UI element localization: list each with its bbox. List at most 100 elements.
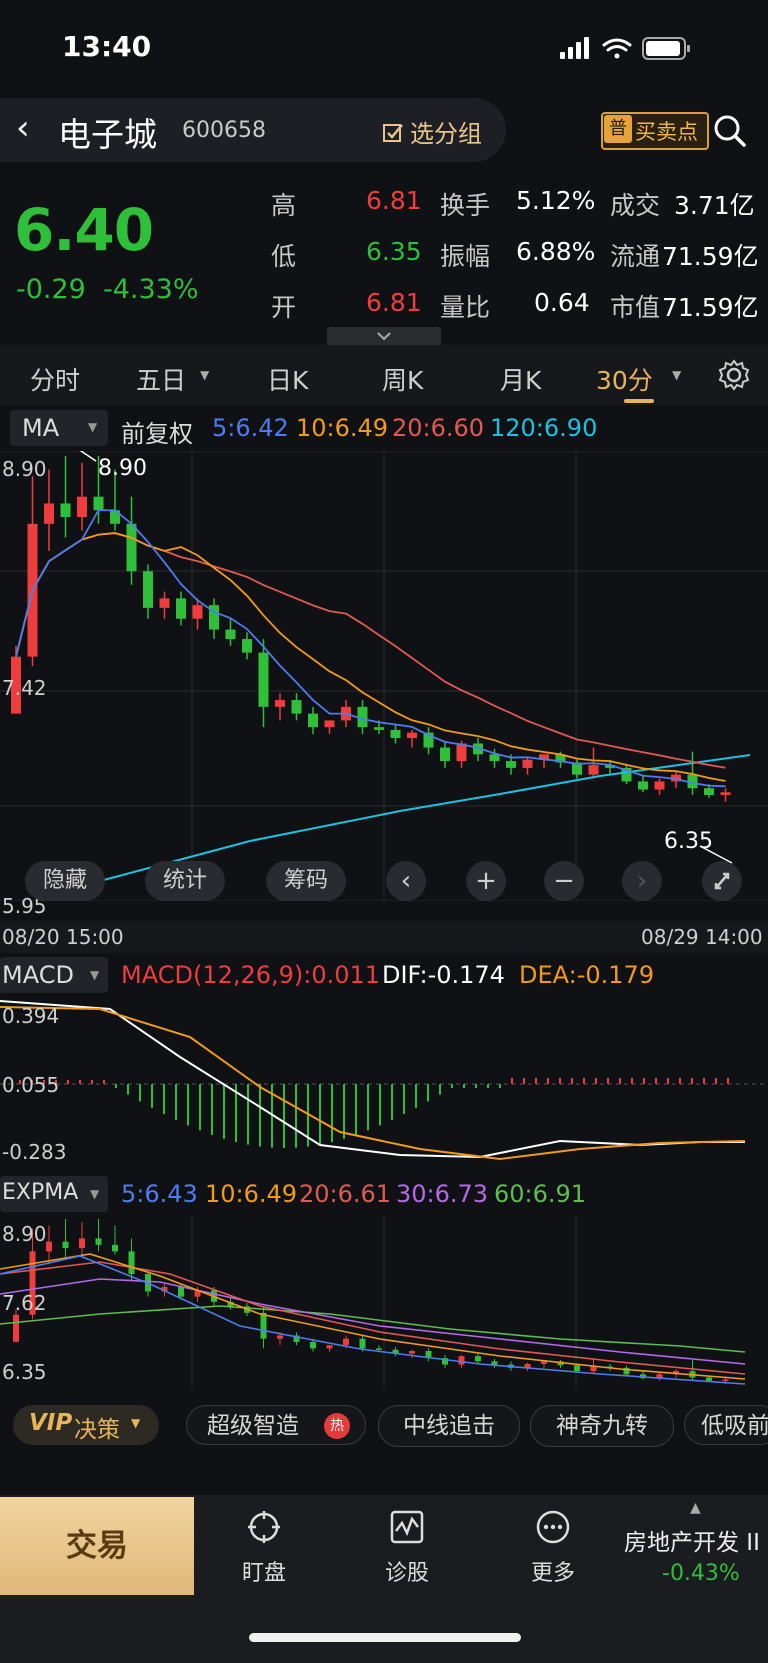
- time-start: 08/20 15:00: [2, 925, 124, 949]
- tab-weekly[interactable]: 周K: [382, 361, 423, 397]
- candle-body: [440, 747, 450, 762]
- battery-icon: [642, 37, 690, 60]
- high-label: 高: [271, 191, 297, 220]
- expma-candle-body: [277, 1335, 283, 1339]
- expma-candle-body: [359, 1338, 366, 1349]
- select-group-label: 选分组: [410, 120, 482, 148]
- candle-body: [588, 765, 599, 775]
- fullscreen-icon[interactable]: [702, 861, 742, 901]
- trade-label: 交易: [66, 1528, 128, 1564]
- expma-candle-body: [574, 1365, 580, 1372]
- hide-button[interactable]: 隐藏: [25, 861, 105, 901]
- ma10-value: 10:6.49: [296, 414, 389, 442]
- candle-body: [390, 729, 401, 739]
- caret-down-icon: ▼: [90, 1187, 100, 1201]
- nav-diagnose[interactable]: 诊股: [352, 1555, 462, 1587]
- candle-body: [93, 496, 104, 511]
- candle-body: [506, 761, 516, 768]
- nav-watch[interactable]: 盯盘: [209, 1555, 319, 1587]
- y-axis-top: 8.90: [2, 457, 47, 481]
- expma5-value: 5:6.43: [121, 1180, 198, 1208]
- prev-icon[interactable]: ‹: [386, 861, 426, 901]
- stats-button[interactable]: 统计: [145, 861, 225, 901]
- expma-candle-body: [79, 1238, 85, 1249]
- ma5-value: 5:6.42: [212, 414, 289, 442]
- stock-name: 电子城: [58, 115, 157, 154]
- candle-body: [275, 700, 285, 707]
- candle-body: [126, 523, 137, 572]
- expma-candle-body: [310, 1341, 316, 1349]
- caret-down-icon: ▼: [88, 420, 98, 434]
- ma10-line: [15, 532, 726, 782]
- strategy-chip-label: 超级智造: [207, 1413, 299, 1439]
- candle-body: [291, 700, 302, 714]
- tab-30min[interactable]: 30分: [596, 361, 653, 397]
- nav-more[interactable]: 更多: [498, 1555, 608, 1587]
- expma-y-top: 8.90: [2, 1222, 47, 1246]
- chips-button[interactable]: 筹码: [266, 861, 346, 901]
- expma60-value: 60:6.91: [494, 1180, 587, 1208]
- high-annotation: 8.90: [98, 456, 147, 481]
- last-price: 6.40: [14, 196, 154, 264]
- wifi-icon: [602, 38, 632, 59]
- status-icons: [560, 37, 690, 60]
- candle-body: [489, 754, 500, 762]
- candle-body: [374, 727, 384, 730]
- low-annotation: 6.35: [664, 829, 713, 854]
- expma-chart: [0, 1214, 746, 1389]
- candle-body: [720, 792, 731, 795]
- settings-gear-icon[interactable]: [718, 359, 750, 391]
- expma-name: EXPMA: [2, 1180, 79, 1205]
- ma5-line: [15, 509, 726, 788]
- expma-candle-body: [376, 1348, 382, 1350]
- strategy-chip-mid[interactable]: 中线追击: [378, 1405, 520, 1447]
- expma-candle-body: [326, 1345, 333, 1349]
- ma20-value: 20:6.60: [392, 414, 485, 442]
- candle-body: [704, 788, 714, 795]
- back-icon[interactable]: ‹: [16, 108, 30, 148]
- stock-code: 600658: [182, 118, 266, 143]
- expma-candle-body: [409, 1351, 415, 1354]
- next-icon[interactable]: ›: [622, 861, 662, 901]
- amplitude-label: 振幅: [440, 242, 491, 271]
- expma30-value: 30:6.73: [396, 1180, 489, 1208]
- buy-sell-points-label: 买卖点: [635, 120, 698, 144]
- tab-daily[interactable]: 日K: [267, 361, 308, 397]
- low-value: 6.35: [366, 237, 422, 266]
- signal-icon: [560, 37, 589, 59]
- expma-candle-body: [722, 1379, 729, 1381]
- tab-intraday[interactable]: 分时: [30, 361, 80, 397]
- sector-name[interactable]: 房地产开发 II: [624, 1523, 768, 1557]
- candle-body: [159, 598, 170, 608]
- expma-candle-body: [475, 1356, 481, 1362]
- caret-down-icon: ▼: [200, 368, 210, 382]
- tab-monthly[interactable]: 月K: [500, 361, 541, 397]
- expand-quote-toggle[interactable]: [327, 327, 441, 345]
- candle-body: [308, 713, 318, 728]
- turnover-label: 换手: [440, 191, 491, 220]
- market-cap-value: 71.59亿: [662, 293, 759, 322]
- zoom-in-icon[interactable]: +: [466, 861, 506, 901]
- volume-ratio-value: 0.64: [534, 288, 590, 317]
- tab-five-day[interactable]: 五日: [136, 361, 186, 397]
- select-group-button[interactable]: 选分组: [382, 114, 482, 149]
- candle-body: [242, 639, 252, 653]
- expma-candle-body: [13, 1314, 19, 1342]
- macd-value: MACD(12,26,9):0.011: [121, 961, 381, 989]
- search-icon[interactable]: [712, 113, 748, 149]
- expma20-value: 20:6.61: [299, 1180, 392, 1208]
- market-cap-label: 市值: [610, 293, 661, 322]
- adjust-mode[interactable]: 前复权: [121, 414, 193, 449]
- kline-chart[interactable]: [0, 451, 768, 901]
- strategy-chip-nine[interactable]: 神奇九转: [530, 1405, 674, 1447]
- ma-indicator-label: MA: [22, 414, 60, 442]
- macd-name: MACD: [2, 961, 74, 989]
- caret-up-icon: ▲: [690, 1500, 701, 1516]
- macd-y-bottom: -0.283: [2, 1140, 67, 1164]
- float-cap-value: 71.59亿: [662, 242, 759, 271]
- candle-body: [654, 781, 665, 790]
- zoom-out-icon[interactable]: −: [544, 861, 584, 901]
- strategy-chip-low[interactable]: 低吸前: [684, 1405, 768, 1445]
- expma-candle-body: [62, 1241, 69, 1249]
- price-change-pct: -4.33%: [103, 274, 199, 305]
